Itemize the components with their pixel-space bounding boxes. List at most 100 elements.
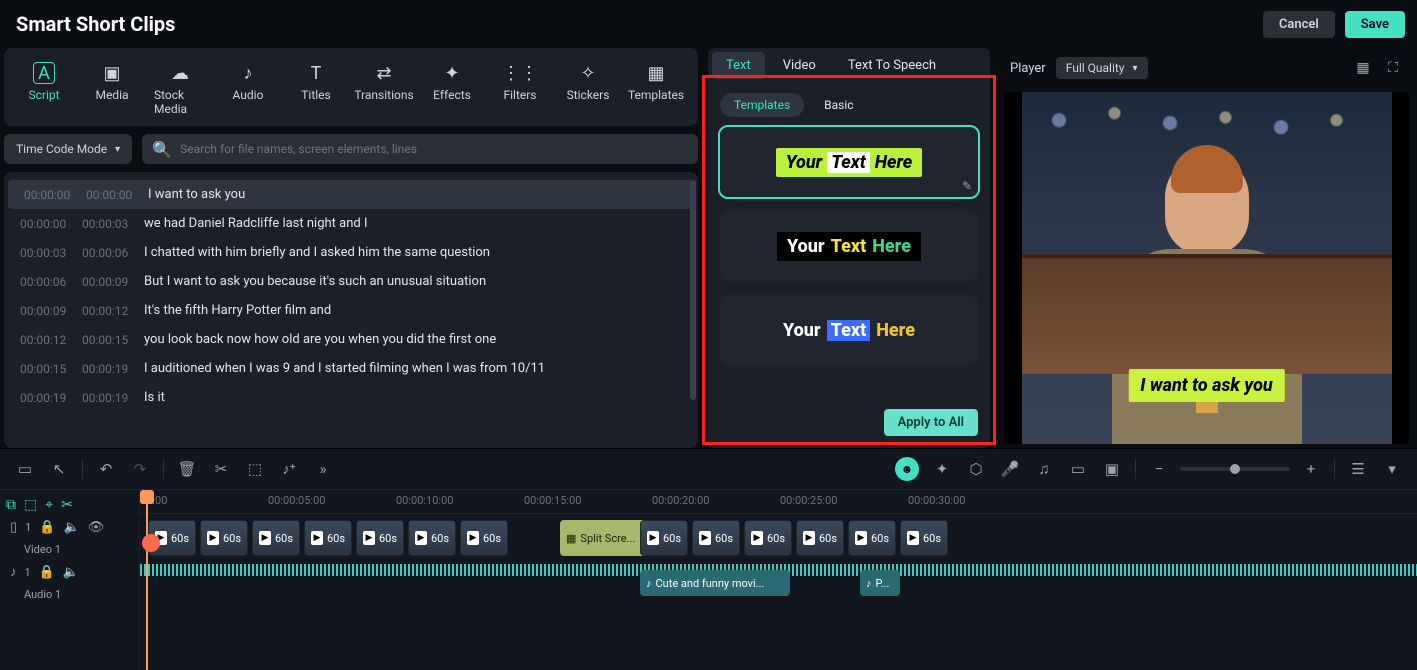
zoom-in-icon[interactable]: + [1300, 458, 1322, 480]
media-tab-script[interactable]: A Script [10, 58, 78, 120]
play-icon: ▶ [259, 531, 271, 545]
video-clip[interactable]: ▶60s [848, 520, 896, 556]
timecode-end: 00:00:06 [82, 246, 134, 260]
script-row[interactable]: 00:00:0000:00:03we had Daniel Radcliffe … [4, 209, 698, 238]
audio-track-label: Audio 1 [6, 584, 133, 605]
video-track-header[interactable]: ▯ 1 🔒 🔈 👁 [6, 516, 133, 539]
audio-clip[interactable]: ♪Cute and funny movi... [640, 570, 790, 596]
list-icon[interactable]: ☰ [1347, 458, 1369, 480]
preview-caption: I want to ask you [1128, 369, 1284, 402]
apply-to-all-button[interactable]: Apply to All [884, 409, 978, 436]
lock-icon[interactable]: 🔒 [39, 520, 55, 535]
panel-tab-tts[interactable]: Text To Speech [834, 52, 950, 79]
save-button[interactable]: Save [1345, 11, 1405, 38]
mode-select[interactable]: Time Code Mode ▾ [4, 134, 132, 164]
razor-icon[interactable]: ✂ [61, 497, 73, 513]
sub-tab-templates[interactable]: Templates [720, 93, 804, 117]
audio-clip[interactable]: ♪P... [860, 570, 900, 596]
audio-track-header[interactable]: ♪ 1 🔒 🔈 [6, 560, 133, 584]
video-clip[interactable]: ▶60s [796, 520, 844, 556]
script-row[interactable]: 00:00:1900:00:19Is it [4, 383, 698, 412]
media-tab-stock[interactable]: ☁Stock Media [146, 58, 214, 120]
link-icon[interactable]: ⧉ [6, 497, 16, 513]
mute-icon[interactable]: 🔈 [63, 565, 79, 580]
video-clip[interactable]: ▶60s [900, 520, 948, 556]
text-template-3[interactable]: Your Text Here [720, 295, 978, 365]
sparkle-icon[interactable]: ✦ [931, 458, 953, 480]
video-clip[interactable]: ▶60s [200, 520, 248, 556]
script-icon: A [33, 62, 55, 84]
cut-icon[interactable]: ✂ [210, 458, 232, 480]
media-tab-audio[interactable]: ♪Audio [214, 58, 282, 120]
zoom-slider[interactable] [1180, 467, 1290, 471]
tpl-word: Your [787, 236, 825, 257]
clip-label: 60s [275, 532, 293, 545]
script-row[interactable]: 00:00:0600:00:09But I want to ask you be… [4, 267, 698, 296]
delete-icon[interactable]: 🗑 [176, 458, 198, 480]
media-tab-templates[interactable]: ▦Templates [622, 58, 690, 120]
zoom-out-icon[interactable]: − [1148, 458, 1170, 480]
expand-icon[interactable]: ⛶ [1383, 58, 1403, 78]
panel-tab-video[interactable]: Video [769, 52, 830, 79]
lock-icon[interactable]: 🔒 [39, 565, 55, 580]
script-row[interactable]: 00:00:0000:00:00I want to ask you [8, 180, 694, 209]
text-template-2[interactable]: Your Text Here [720, 211, 978, 281]
video-clip[interactable]: ▶60s [692, 520, 740, 556]
quality-select[interactable]: Full Quality ▾ [1056, 57, 1148, 79]
chevron-down-icon[interactable]: ▾ [1381, 458, 1403, 480]
chain-icon[interactable]: ⬚ [24, 497, 37, 513]
mute-icon[interactable]: 🔈 [64, 520, 80, 535]
cancel-button[interactable]: Cancel [1263, 11, 1335, 38]
media-tab-filters[interactable]: ⋮⋮Filters [486, 58, 554, 120]
timecode-start: 00:00:15 [20, 362, 72, 376]
eye-icon[interactable]: 👁 [88, 520, 105, 535]
media-tab-effects[interactable]: ✦Effects [418, 58, 486, 120]
video-preview[interactable]: I want to ask you [1004, 92, 1409, 444]
script-row[interactable]: 00:00:0300:00:06I chatted with him brief… [4, 238, 698, 267]
video-clip[interactable]: ▶60s [460, 520, 508, 556]
device-icon[interactable]: ▭ [1067, 458, 1089, 480]
play-icon: ▶ [803, 531, 815, 545]
marker-icon[interactable]: ⬡ [965, 458, 987, 480]
timecode-start: 00:00:19 [20, 391, 72, 405]
playhead[interactable] [146, 490, 148, 670]
audio-tool-icon[interactable]: ♪⁺ [278, 458, 300, 480]
search-input[interactable] [180, 134, 688, 164]
script-row[interactable]: 00:00:1500:00:19I auditioned when I was … [4, 354, 698, 383]
script-row[interactable]: 00:00:1200:00:15you look back now how ol… [4, 325, 698, 354]
more-icon[interactable]: » [312, 458, 334, 480]
frame-icon[interactable]: ▣ [1101, 458, 1123, 480]
sub-tab-basic[interactable]: Basic [810, 93, 867, 117]
media-tab-titles[interactable]: TTitles [282, 58, 350, 120]
script-row[interactable]: 00:00:0900:00:12It's the fifth Harry Pot… [4, 296, 698, 325]
undo-icon[interactable]: ↶ [95, 458, 117, 480]
crop-icon[interactable]: ⬚ [244, 458, 266, 480]
text-template-1[interactable]: Your Text Here ✎ [720, 127, 978, 197]
media-tab-stickers[interactable]: ✧Stickers [554, 58, 622, 120]
select-tool-icon[interactable]: ▭ [14, 458, 36, 480]
chevron-down-icon: ▾ [115, 144, 120, 155]
playhead-handle[interactable] [142, 534, 160, 552]
video-clip[interactable]: ▶ 60s [252, 520, 300, 556]
video-clip[interactable]: ▶60s [408, 520, 456, 556]
music-icon[interactable]: ♫ [1033, 458, 1055, 480]
media-tab-label: Script [28, 88, 59, 102]
redo-icon[interactable]: ↷ [129, 458, 151, 480]
video-clip[interactable]: ▶60s [744, 520, 792, 556]
video-clip[interactable]: ▶60s [356, 520, 404, 556]
video-clip[interactable]: ▶60s [640, 520, 688, 556]
scrollbar[interactable] [690, 180, 696, 400]
tpl-word: Your [786, 152, 822, 173]
edit-icon[interactable]: ✎ [962, 179, 972, 193]
pointer-tool-icon[interactable]: ↖ [48, 458, 70, 480]
grid-icon[interactable]: ▦ [1353, 58, 1373, 78]
media-tab-media[interactable]: ▣Media [78, 58, 146, 120]
mic-icon[interactable]: 🎤 [999, 458, 1021, 480]
video-clip[interactable]: ▶60s [304, 520, 352, 556]
media-tab-transitions[interactable]: ⇄Transitions [350, 58, 418, 120]
magnet-icon[interactable]: ⌖ [45, 497, 53, 513]
ai-badge-icon[interactable]: ☻ [895, 457, 919, 481]
panel-tab-text[interactable]: Text [712, 52, 765, 79]
music-icon: ♪ [646, 577, 652, 590]
play-icon: ▶ [855, 531, 867, 545]
